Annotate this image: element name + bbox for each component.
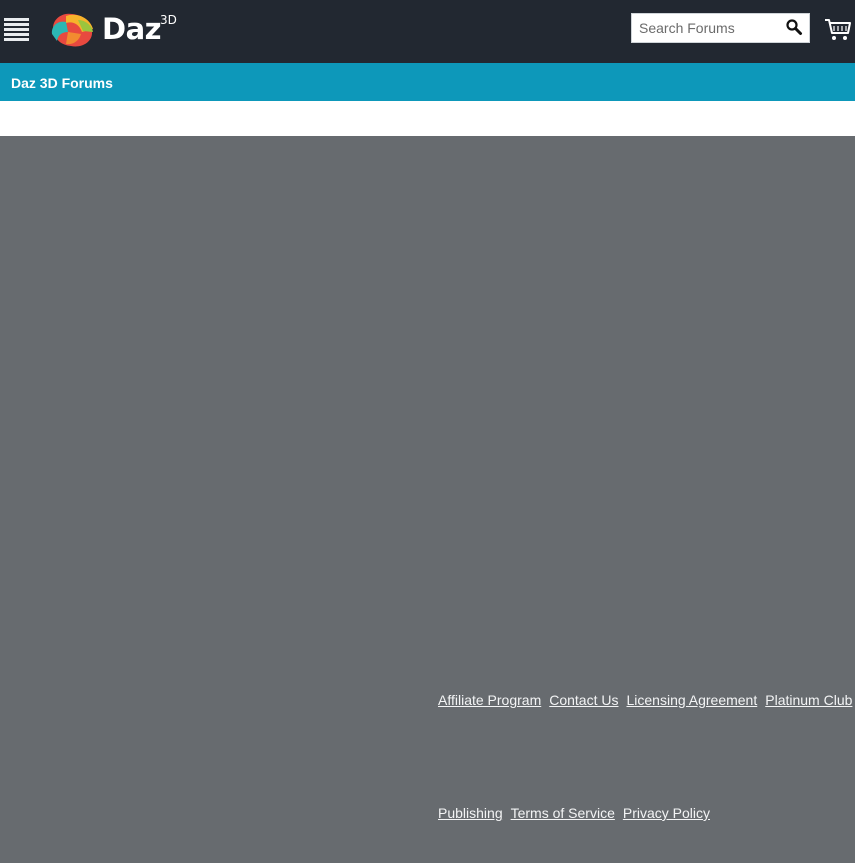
cart-icon[interactable] [824, 17, 852, 43]
search-icon[interactable] [785, 18, 803, 36]
search-box [631, 13, 810, 43]
daz-logo-mark-icon [51, 13, 93, 47]
forum-title-bar: Daz 3D Forums [0, 63, 855, 101]
daz3d-logo[interactable]: Daz 3D [48, 10, 188, 50]
footer-link-terms-of-service[interactable]: Terms of Service [511, 805, 615, 821]
top-navigation-bar: Daz 3D [0, 0, 855, 63]
content-strip [0, 101, 855, 136]
footer-link-contact-us[interactable]: Contact Us [549, 692, 618, 708]
brand-name: Daz [102, 12, 162, 46]
forum-title-link[interactable]: Daz 3D Forums [11, 75, 113, 91]
footer-link-privacy-policy[interactable]: Privacy Policy [623, 805, 710, 821]
footer-link-publishing[interactable]: Publishing [438, 805, 503, 821]
footer-links-row-1: Affiliate Program Contact Us Licensing A… [438, 692, 852, 708]
footer-link-licensing-agreement[interactable]: Licensing Agreement [626, 692, 757, 708]
footer-link-affiliate-program[interactable]: Affiliate Program [438, 692, 541, 708]
brand-superscript: 3D [160, 13, 177, 27]
search-input[interactable] [632, 14, 782, 42]
footer-links-row-2: Publishing Terms of Service Privacy Poli… [438, 805, 710, 821]
hamburger-menu-icon[interactable] [4, 18, 29, 42]
footer-link-platinum-club[interactable]: Platinum Club [765, 692, 852, 708]
